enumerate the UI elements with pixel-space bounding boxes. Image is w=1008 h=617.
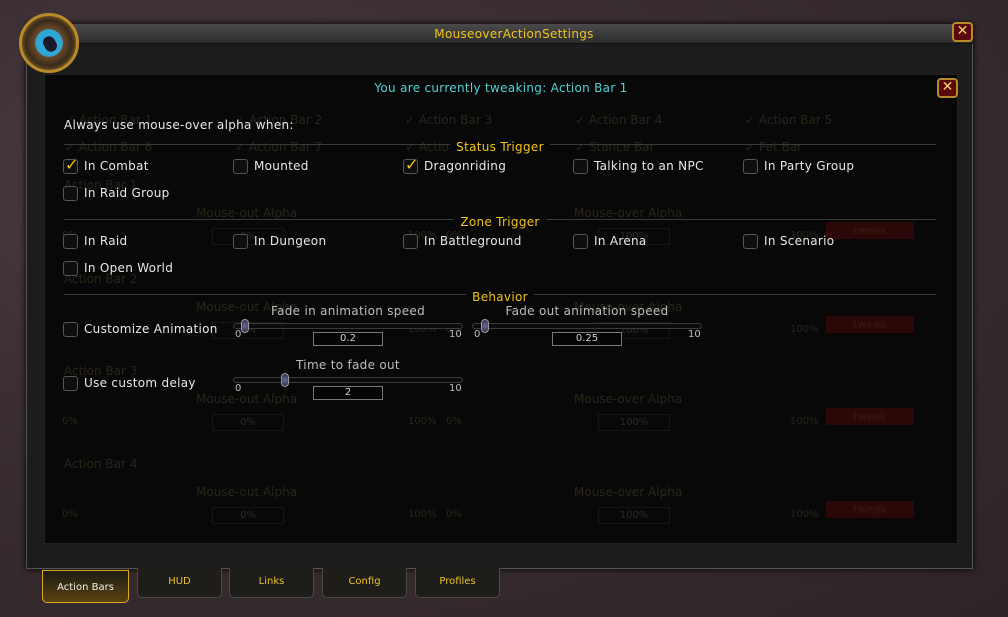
ghost-hundred: 100%: [408, 509, 437, 520]
checkbox-label: Mounted: [254, 159, 309, 173]
section-title-zone-trigger: Zone Trigger: [454, 215, 546, 229]
slider-fade_in[interactable]: [233, 323, 463, 329]
checkbox-box[interactable]: [63, 261, 78, 276]
ghost-mouse-over-label: Mouse-over Alpha: [574, 485, 683, 499]
ghost-mouse-out-label: Mouse-out Alpha: [196, 392, 298, 406]
panel-close-button[interactable]: ✕: [937, 78, 958, 98]
checkbox-label: Talking to an NPC: [594, 159, 704, 173]
checkbox-label: In Raid: [84, 234, 128, 248]
tab-config[interactable]: Config: [322, 568, 407, 598]
checkbox-label: Use custom delay: [84, 376, 196, 390]
slider-min: 0: [474, 329, 481, 340]
checkbox-label: In Combat: [84, 159, 149, 173]
ghost-mouse-over-box: 100%: [598, 414, 670, 431]
panel-header: You are currently tweaking: Action Bar 1: [374, 81, 628, 95]
ghost-zero: 0%: [446, 416, 462, 427]
intro-label: Always use mouse-over alpha when:: [64, 118, 294, 132]
ghost-hundred: 100%: [790, 509, 819, 520]
checkbox-box[interactable]: [743, 234, 758, 249]
checkbox-box[interactable]: [63, 376, 78, 391]
checkbox-label: Customize Animation: [84, 322, 218, 336]
slider-max: 10: [688, 329, 701, 340]
tab-hud[interactable]: HUD: [137, 568, 222, 598]
ghost-tweak-button: tweak: [826, 316, 914, 333]
slider-fade_time[interactable]: [233, 377, 463, 383]
ghost-tweak-button: tweak: [826, 501, 914, 518]
window-close-button[interactable]: ✕: [952, 22, 973, 42]
slider-thumb[interactable]: [241, 319, 250, 333]
checkbox-label: In Party Group: [764, 159, 855, 173]
tab-action-bars[interactable]: Action Bars: [42, 570, 129, 603]
slider-label-fade_time: Time to fade out: [296, 358, 400, 372]
checkbox-box[interactable]: [573, 234, 588, 249]
checkbox-label: In Open World: [84, 261, 174, 275]
checkbox-box[interactable]: [63, 234, 78, 249]
ghost-bar-check: Action Bar 4: [575, 113, 662, 127]
checkbox-box[interactable]: [403, 234, 418, 249]
ghost-zero: 0%: [62, 416, 78, 427]
checkbox-box[interactable]: [233, 159, 248, 174]
slider-value-input-fade_time[interactable]: 2: [313, 386, 383, 400]
ghost-tweak-button: tweak: [826, 408, 914, 425]
tab-profiles[interactable]: Profiles: [415, 568, 500, 598]
checkbox-box[interactable]: [743, 159, 758, 174]
checkbox-box[interactable]: [233, 234, 248, 249]
slider-label-fade_in: Fade in animation speed: [270, 304, 425, 318]
slider-max: 10: [449, 329, 462, 340]
section-title-behavior: Behavior: [466, 290, 534, 304]
checkbox-label: In Battleground: [424, 234, 522, 248]
slider-min: 0: [235, 383, 242, 394]
checkbox-label: In Scenario: [764, 234, 835, 248]
tab-links[interactable]: Links: [229, 568, 314, 598]
slider-value-input-fade_out[interactable]: 0.25: [552, 332, 622, 346]
checkbox-label: In Raid Group: [84, 186, 170, 200]
ghost-zero: 0%: [446, 509, 462, 520]
ghost-hundred: 100%: [790, 416, 819, 427]
ghost-mouse-out-box: 0%: [212, 507, 284, 524]
ghost-section-title: Action Bar 4: [64, 457, 138, 471]
checkbox-box[interactable]: [63, 322, 78, 337]
close-x-icon: ✕: [941, 79, 954, 95]
checkbox-box[interactable]: [63, 186, 78, 201]
addon-logo-icon: [19, 13, 79, 73]
checkbox-box[interactable]: [403, 155, 418, 174]
close-x-icon: ✕: [956, 23, 969, 39]
ghost-mouse-out-box: 0%: [212, 414, 284, 431]
slider-thumb[interactable]: [280, 373, 289, 387]
ghost-mouse-over-box: 100%: [598, 507, 670, 524]
window-title: MouseoverActionSettings: [434, 27, 594, 41]
checkbox-box[interactable]: [63, 155, 78, 174]
ghost-bar-check: Action Bar 5: [745, 113, 832, 127]
ghost-hundred: 100%: [408, 416, 437, 427]
slider-thumb[interactable]: [481, 319, 490, 333]
checkbox-label: Dragonriding: [424, 159, 507, 173]
checkbox-box[interactable]: [573, 159, 588, 174]
ghost-zero: 0%: [62, 509, 78, 520]
ghost-mouse-out-label: Mouse-out Alpha: [196, 485, 298, 499]
slider-fade_out[interactable]: [472, 323, 702, 329]
slider-min: 0: [235, 329, 242, 340]
section-title-status-trigger: Status Trigger: [450, 140, 550, 154]
ghost-mouse-over-label: Mouse-over Alpha: [574, 392, 683, 406]
ghost-bar-check: Action Bar 3: [405, 113, 492, 127]
checkbox-label: In Arena: [594, 234, 647, 248]
slider-label-fade_out: Fade out animation speed: [505, 304, 669, 318]
slider-max: 10: [449, 383, 462, 394]
slider-value-input-fade_in[interactable]: 0.2: [313, 332, 383, 346]
checkbox-label: In Dungeon: [254, 234, 327, 248]
ghost-hundred: 100%: [790, 324, 819, 335]
